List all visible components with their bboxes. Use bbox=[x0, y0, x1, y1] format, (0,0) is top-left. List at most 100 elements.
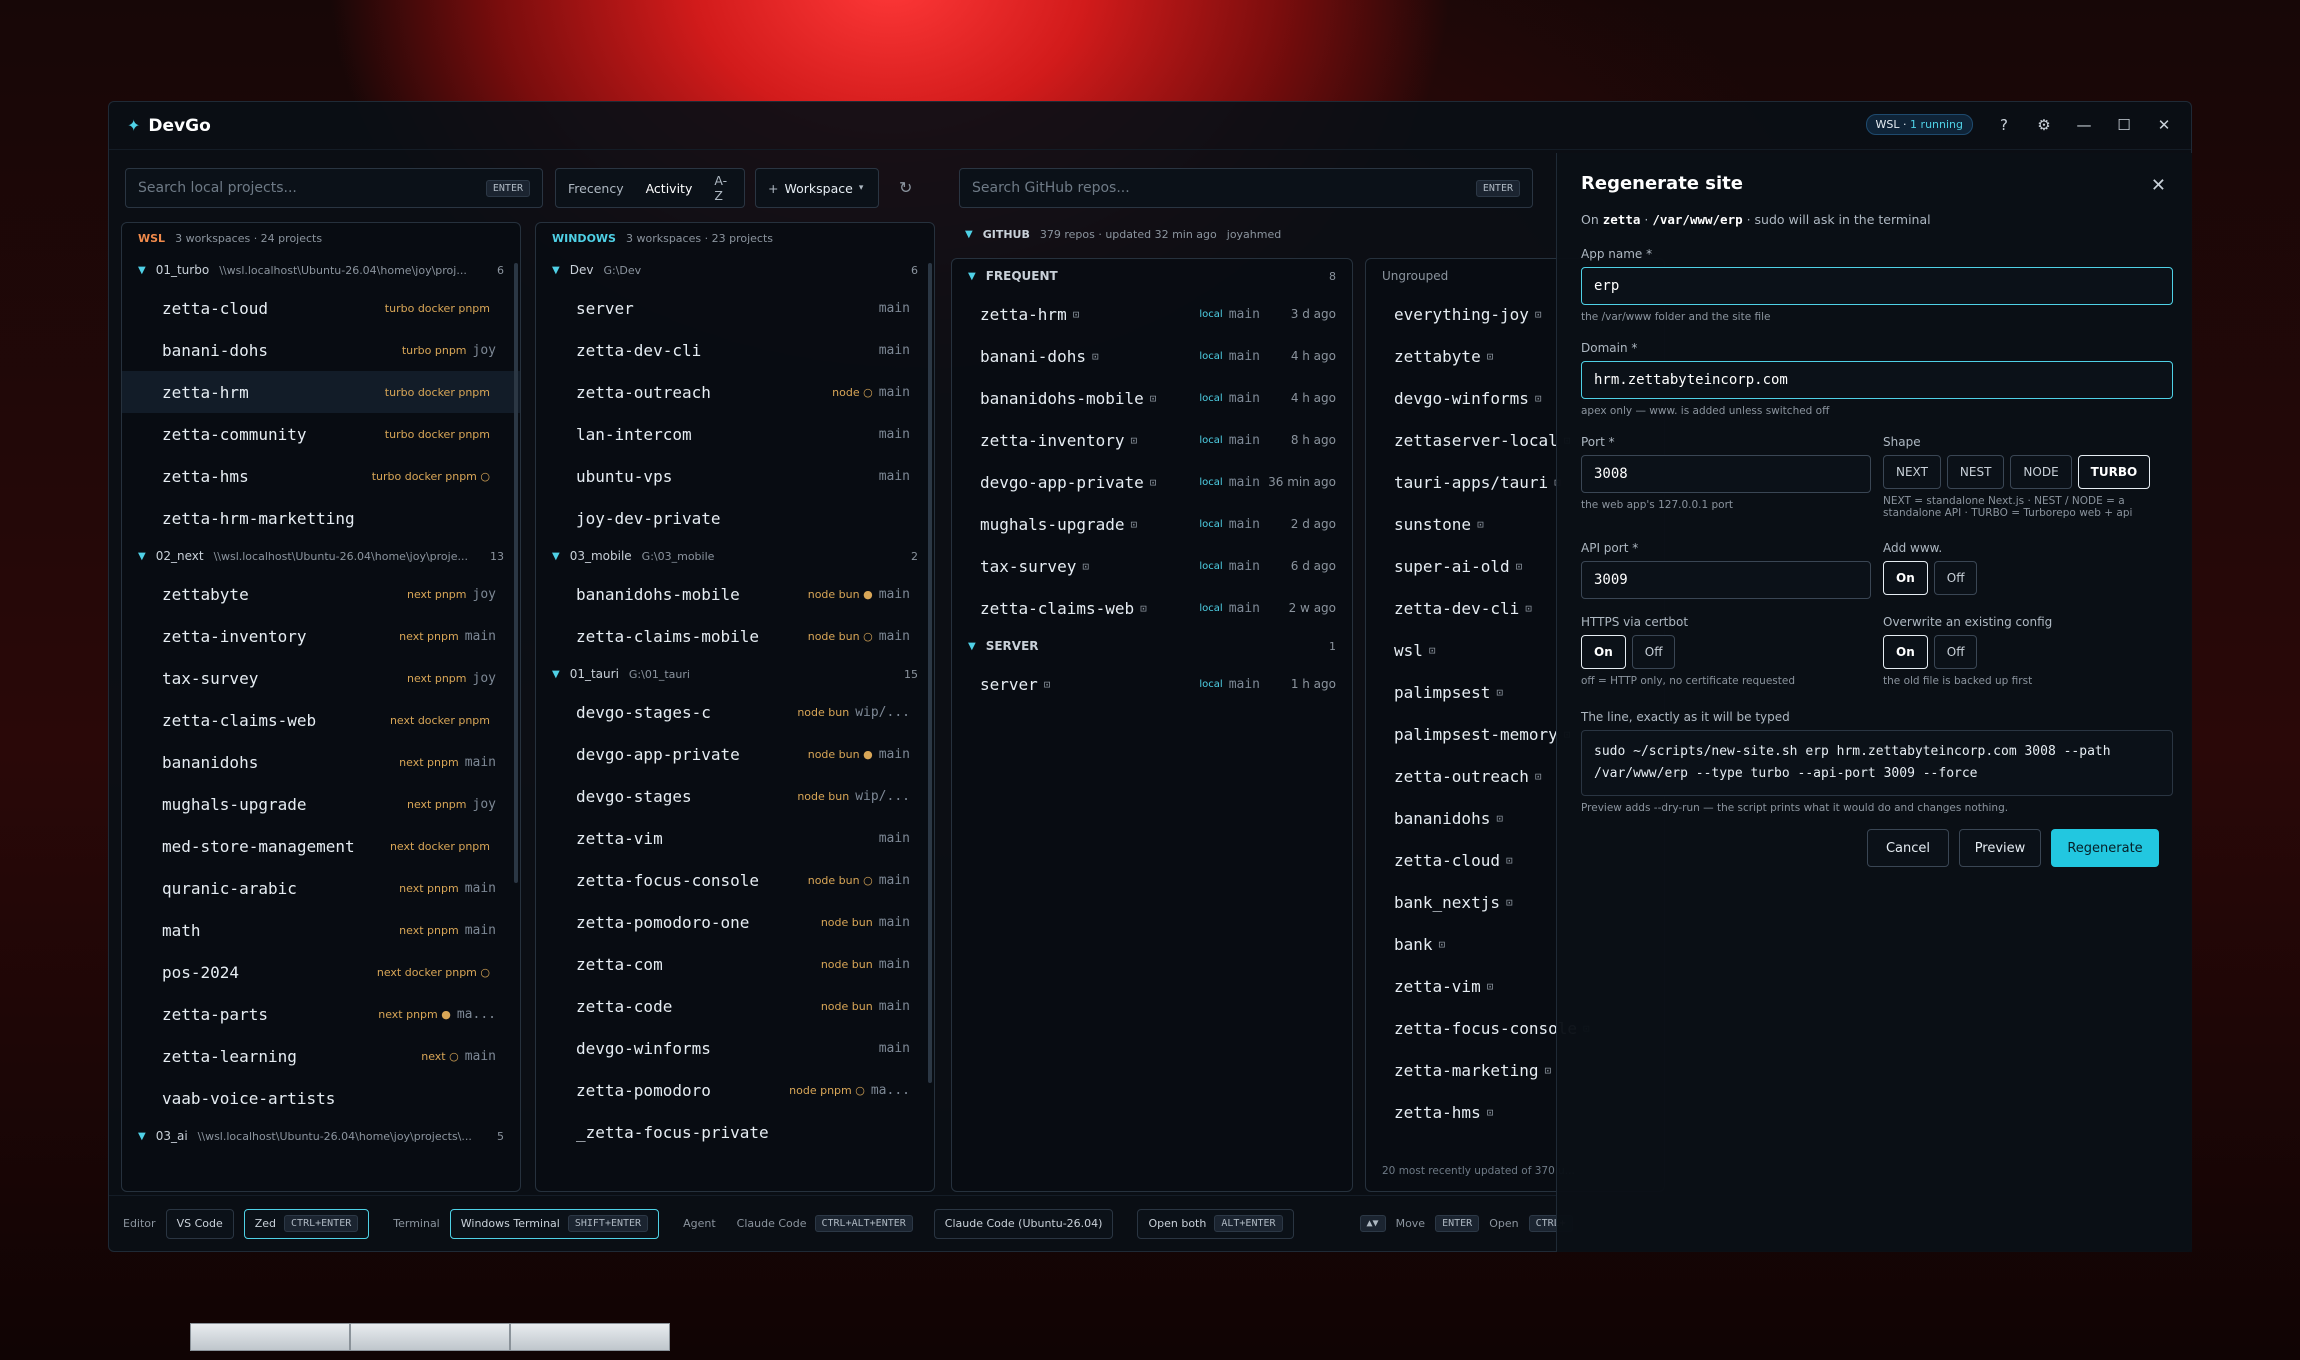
project-row[interactable]: devgo-stages-c node bun wip/... bbox=[536, 691, 934, 733]
domain-input[interactable]: hrm.zettabyteincorp.com bbox=[1581, 361, 2173, 399]
project-row[interactable]: joy-dev-private bbox=[536, 497, 934, 539]
github-repo-row[interactable]: bananidohs-mobile ⊡ local main 4 h ago bbox=[952, 377, 1352, 419]
settings-gear-icon[interactable]: ⚙ bbox=[2035, 116, 2053, 134]
project-row[interactable]: bananidohs next pnpm main bbox=[122, 741, 520, 783]
project-row[interactable]: zetta-inventory next pnpm main bbox=[122, 615, 520, 657]
editor-zed-button[interactable]: Zed CTRL+ENTER bbox=[243, 1208, 370, 1239]
project-row[interactable]: devgo-stages node bun wip/... bbox=[536, 775, 934, 817]
project-row[interactable]: lan-intercom main bbox=[536, 413, 934, 455]
github-repo-row[interactable]: mughals-upgrade ⊡ local main 2 d ago bbox=[952, 503, 1352, 545]
terminal-windows-button[interactable]: Windows Terminal SHIFT+ENTER bbox=[449, 1208, 660, 1239]
regenerate-button[interactable]: Regenerate bbox=[2051, 829, 2159, 867]
api-port-input[interactable]: 3009 bbox=[1581, 561, 1871, 599]
editor-vscode-button[interactable]: VS Code bbox=[165, 1208, 234, 1239]
agent-claude-button[interactable]: Claude Code CTRL+ALT+ENTER bbox=[726, 1209, 924, 1239]
www-off-toggle[interactable]: Off bbox=[1933, 561, 1978, 595]
shape-turbo-button[interactable]: TURBO bbox=[2077, 455, 2151, 489]
github-search-input[interactable]: Search GitHub repos... ENTER bbox=[959, 168, 1533, 208]
project-row[interactable]: zetta-pomodoro node pnpm ○ ma... bbox=[536, 1069, 934, 1111]
refresh-icon[interactable]: ↻ bbox=[899, 178, 912, 197]
github-repo-row[interactable]: zetta-claims-web ⊡ local main 2 w ago bbox=[952, 587, 1352, 629]
project-branch: main bbox=[878, 1040, 910, 1056]
preview-button[interactable]: Preview bbox=[1959, 829, 2041, 867]
project-row[interactable]: banani-dohs turbo pnpm joy bbox=[122, 329, 520, 371]
repo-name: bananidohs bbox=[1394, 808, 1491, 828]
close-window-icon[interactable]: ✕ bbox=[2155, 116, 2173, 134]
project-name: pos-2024 bbox=[162, 962, 240, 982]
server-group-header[interactable]: ▼ SERVER 1 bbox=[952, 629, 1352, 663]
project-row[interactable]: math next pnpm main bbox=[122, 909, 520, 951]
local-search-input[interactable]: Search local projects... ENTER bbox=[125, 168, 543, 208]
project-row[interactable]: zetta-claims-mobile node bun ○ main bbox=[536, 615, 934, 657]
project-row[interactable]: zetta-focus-console node bun ○ main bbox=[536, 859, 934, 901]
workspace-group-header[interactable]: ▼ 01_tauri G:\01_tauri 15 bbox=[536, 657, 934, 691]
project-name: med-store-management bbox=[162, 836, 355, 856]
project-row[interactable]: zetta-pomodoro-one node bun main bbox=[536, 901, 934, 943]
workspace-group-header[interactable]: ▼ Dev G:\Dev 6 bbox=[536, 253, 934, 287]
project-row[interactable]: zetta-hrm turbo docker pnpm bbox=[122, 371, 520, 413]
www-on-toggle[interactable]: On bbox=[1883, 561, 1928, 595]
project-row[interactable]: zetta-community turbo docker pnpm bbox=[122, 413, 520, 455]
project-row[interactable]: zetta-dev-cli main bbox=[536, 329, 934, 371]
project-row[interactable]: med-store-management next docker pnpm bbox=[122, 825, 520, 867]
project-row[interactable]: ubuntu-vps main bbox=[536, 455, 934, 497]
project-row[interactable]: tax-survey next pnpm joy bbox=[122, 657, 520, 699]
project-row[interactable]: zetta-vim main bbox=[536, 817, 934, 859]
project-row[interactable]: mughals-upgrade next pnpm joy bbox=[122, 783, 520, 825]
port-input[interactable]: 3008 bbox=[1581, 455, 1871, 493]
overwrite-off-toggle[interactable]: Off bbox=[1933, 635, 1978, 669]
frequent-group-header[interactable]: ▼ FREQUENT 8 bbox=[952, 259, 1352, 293]
project-row[interactable]: devgo-app-private node bun ● main bbox=[536, 733, 934, 775]
project-row[interactable]: zetta-cloud turbo docker pnpm bbox=[122, 287, 520, 329]
minimize-icon[interactable]: — bbox=[2075, 116, 2093, 134]
workspace-group-header[interactable]: ▼ 03_mobile G:\03_mobile 2 bbox=[536, 539, 934, 573]
sort-az[interactable]: A-Z bbox=[714, 173, 732, 203]
project-row[interactable]: zetta-hms turbo docker pnpm ○ bbox=[122, 455, 520, 497]
repo-name: zetta-hms bbox=[1394, 1102, 1481, 1122]
https-off-toggle[interactable]: Off bbox=[1631, 635, 1676, 669]
project-row[interactable]: zetta-learning next ○ main bbox=[122, 1035, 520, 1077]
lock-icon: ⊡ bbox=[1130, 433, 1138, 447]
maximize-icon[interactable]: ☐ bbox=[2115, 116, 2133, 134]
project-row[interactable]: bananidohs-mobile node bun ● main bbox=[536, 573, 934, 615]
open-both-button[interactable]: Open both ALT+ENTER bbox=[1137, 1208, 1294, 1239]
help-icon[interactable]: ? bbox=[1995, 116, 2013, 134]
close-dialog-icon[interactable]: ✕ bbox=[2151, 175, 2166, 196]
wsl-status-badge[interactable]: WSL · 1 running bbox=[1865, 114, 1973, 135]
github-repo-row[interactable]: banani-dohs ⊡ local main 4 h ago bbox=[952, 335, 1352, 377]
agent-claude-ubuntu-button[interactable]: Claude Code (Ubuntu-26.04) bbox=[933, 1208, 1114, 1239]
project-row[interactable]: zettabyte next pnpm joy bbox=[122, 573, 520, 615]
shape-next-button[interactable]: NEXT bbox=[1883, 455, 1941, 489]
project-row[interactable]: zetta-parts next pnpm ● ma... bbox=[122, 993, 520, 1035]
github-repo-row[interactable]: zetta-inventory ⊡ local main 8 h ago bbox=[952, 419, 1352, 461]
workspace-group-header[interactable]: ▼ 03_ai \\wsl.localhost\Ubuntu-26.04\home\… bbox=[122, 1119, 520, 1153]
workspace-group-header[interactable]: ▼ 01_turbo \\wsl.localhost\Ubuntu-26.04\ho… bbox=[122, 253, 520, 287]
project-row[interactable]: zetta-outreach node ○ main bbox=[536, 371, 934, 413]
project-row[interactable]: _zetta-focus-private bbox=[536, 1111, 934, 1153]
workspace-button[interactable]: + Workspace ▾ bbox=[755, 168, 879, 208]
github-repo-row[interactable]: tax-survey ⊡ local main 6 d ago bbox=[952, 545, 1352, 587]
project-row[interactable]: zetta-hrm-marketting bbox=[122, 497, 520, 539]
sort-toggle[interactable]: Frecency Activity A-Z bbox=[555, 168, 745, 208]
project-row[interactable]: quranic-arabic next pnpm main bbox=[122, 867, 520, 909]
app-name-input[interactable]: erp bbox=[1581, 267, 2173, 305]
workspace-group-header[interactable]: ▼ 02_next \\wsl.localhost\Ubuntu-26.04\hom… bbox=[122, 539, 520, 573]
cancel-button[interactable]: Cancel bbox=[1867, 829, 1949, 867]
shape-node-button[interactable]: NODE bbox=[2010, 455, 2072, 489]
overwrite-on-toggle[interactable]: On bbox=[1883, 635, 1928, 669]
project-row[interactable]: pos-2024 next docker pnpm ○ bbox=[122, 951, 520, 993]
github-repo-row[interactable]: zetta-hrm ⊡ local main 3 d ago bbox=[952, 293, 1352, 335]
project-row[interactable]: zetta-com node bun main bbox=[536, 943, 934, 985]
project-row[interactable]: devgo-winforms main bbox=[536, 1027, 934, 1069]
project-row[interactable]: zetta-code node bun main bbox=[536, 985, 934, 1027]
github-repo-row[interactable]: server ⊡ local main 1 h ago bbox=[952, 663, 1352, 705]
sort-frecency[interactable]: Frecency bbox=[568, 181, 624, 196]
project-row[interactable]: server main bbox=[536, 287, 934, 329]
https-on-toggle[interactable]: On bbox=[1581, 635, 1626, 669]
sort-activity[interactable]: Activity bbox=[646, 181, 693, 196]
project-row[interactable]: zetta-claims-web next docker pnpm bbox=[122, 699, 520, 741]
github-repo-row[interactable]: devgo-app-private ⊡ local main 36 min ago bbox=[952, 461, 1352, 503]
project-branch: main bbox=[878, 426, 910, 442]
shape-nest-button[interactable]: NEST bbox=[1946, 455, 2005, 489]
project-row[interactable]: vaab-voice-artists bbox=[122, 1077, 520, 1119]
